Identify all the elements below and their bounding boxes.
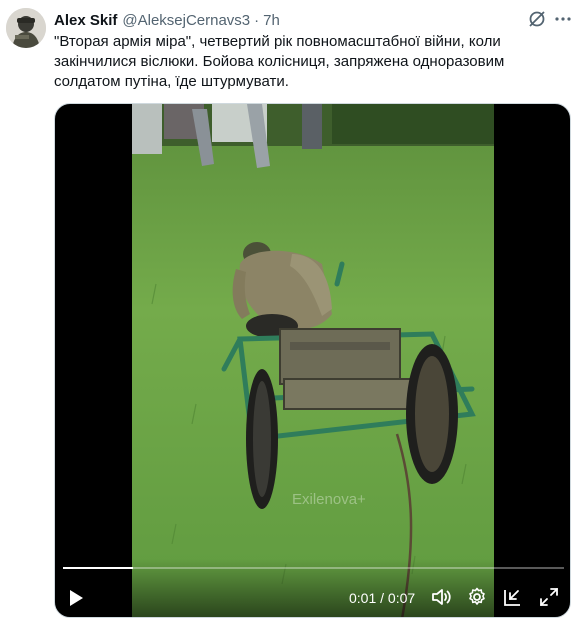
tweet-timestamp[interactable]: 7h [263,12,280,29]
volume-icon [432,589,451,605]
video-player[interactable]: Exilenova+ 0:01 / 0:07 [54,103,571,618]
picture-in-picture-button[interactable] [502,586,524,608]
settings-icon [469,587,485,605]
fullscreen-icon [540,588,558,606]
volume-button[interactable] [430,586,452,608]
fullscreen-button[interactable] [538,586,560,608]
author-handle[interactable]: @AleksejCernavs3 [122,12,250,29]
play-icon [70,590,83,606]
video-progress-bar[interactable] [63,567,564,569]
avatar-image [6,8,46,48]
avatar[interactable] [6,8,46,48]
header-separator: · [254,11,260,29]
pip-icon [504,590,520,606]
video-time-separator: / [376,590,388,606]
tweet-header: Alex Skif @AleksejCernavs3 · 7h [54,10,280,30]
video-progress-fill [63,567,134,569]
author-display-name[interactable]: Alex Skif [54,12,117,29]
settings-button[interactable] [466,586,488,608]
video-time-readout: 0:01 / 0:07 [349,590,415,606]
video-current-time: 0:01 [349,590,377,606]
tweet-card: Alex Skif @AleksejCernavs3 · 7h "Вторая … [0,0,582,622]
video-duration: 0:07 [387,590,416,606]
grok-icon[interactable] [527,9,547,29]
more-icon[interactable] [553,9,573,29]
video-frame: Exilenova+ [132,104,494,617]
play-button[interactable] [65,587,87,609]
video-watermark: Exilenova+ [292,491,366,508]
tweet-text: "Вторая армія міра", четвертий рік повно… [54,33,509,90]
